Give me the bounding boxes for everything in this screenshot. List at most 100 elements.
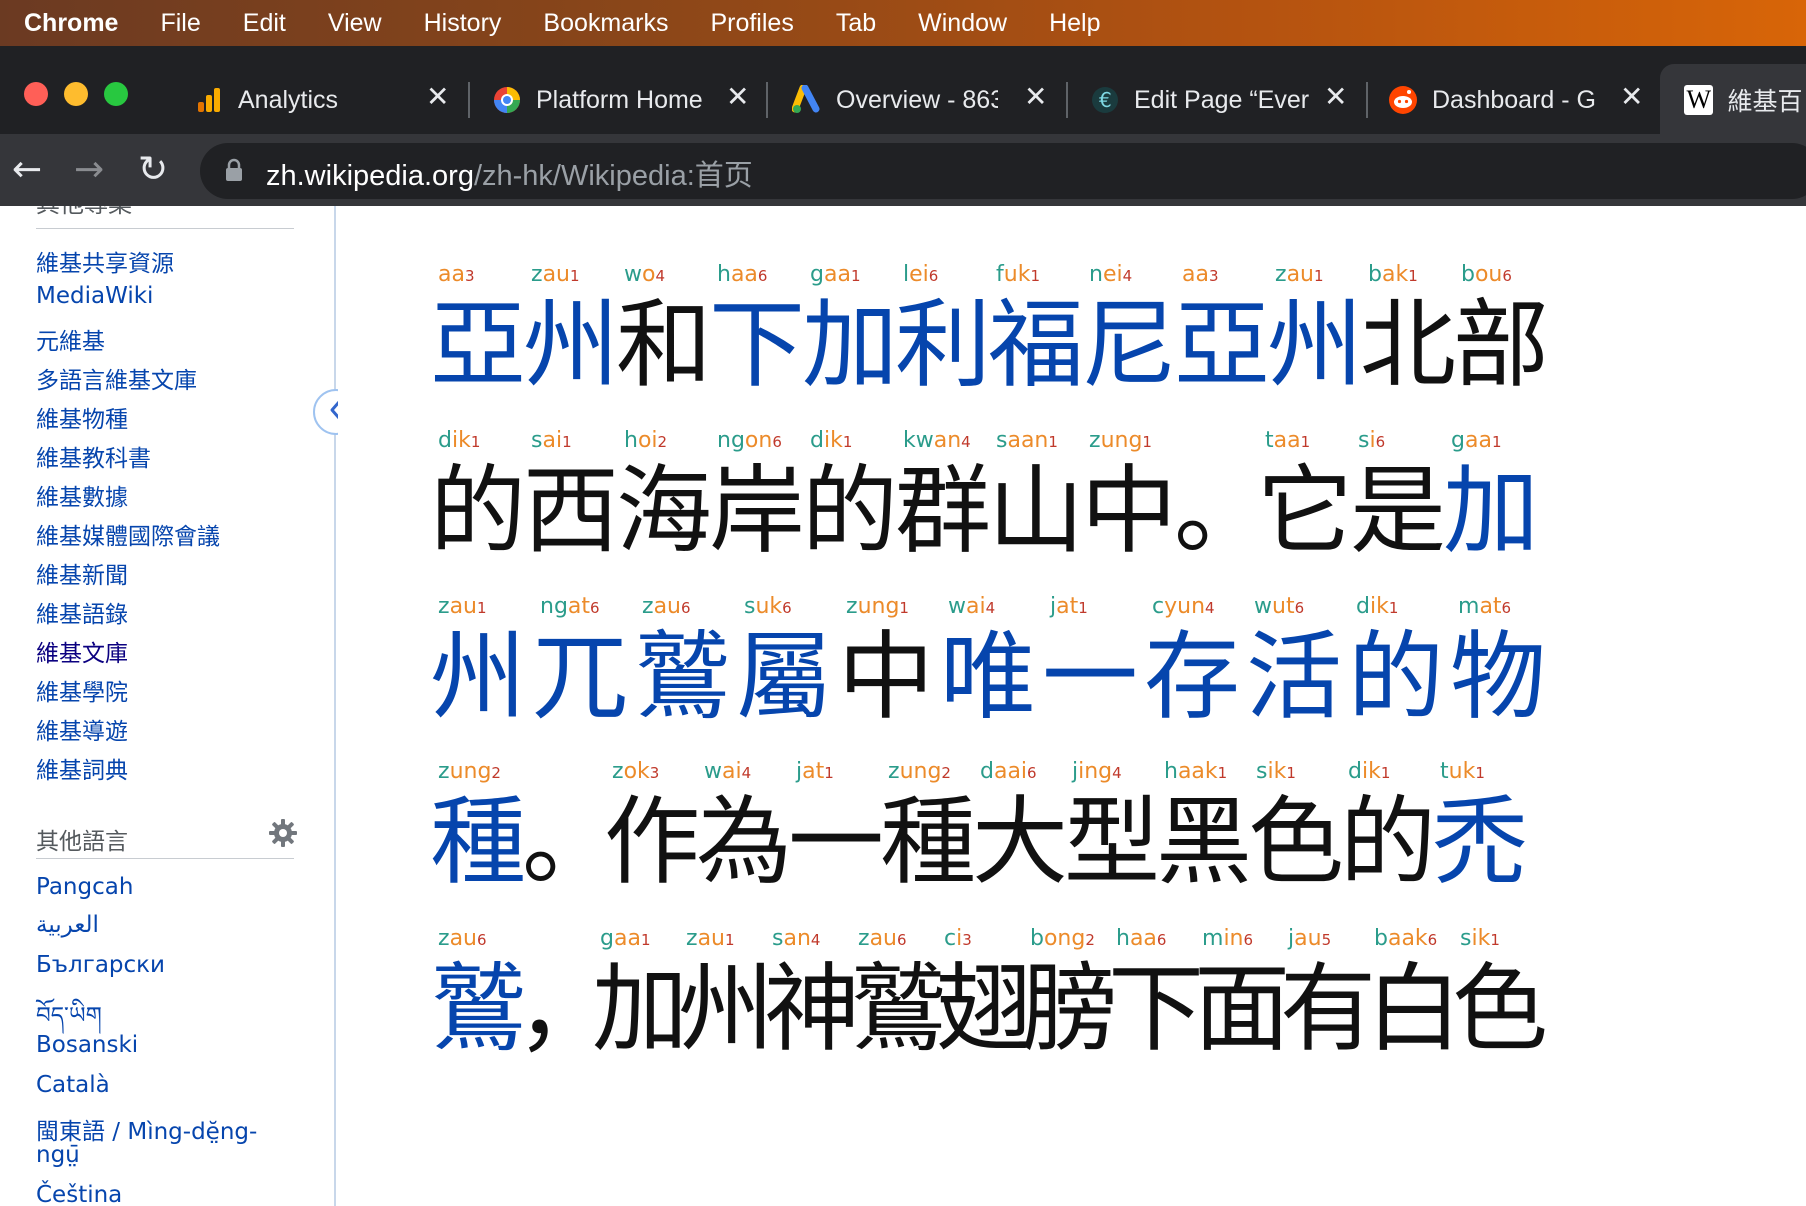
- close-tab-icon[interactable]: ✕: [1620, 80, 1643, 113]
- hanzi-glyph[interactable]: 亞: [1174, 290, 1270, 400]
- hanzi-glyph[interactable]: 下: [709, 290, 805, 400]
- lang-link-catalan[interactable]: Català: [36, 1072, 110, 1098]
- menu-view[interactable]: View: [328, 9, 382, 38]
- linked-character[interactable]: fuk1 福: [988, 262, 1092, 402]
- lang-link-bosnian[interactable]: Bosanski: [36, 1032, 138, 1058]
- hanzi-glyph[interactable]: 加: [802, 290, 898, 400]
- close-tab-icon[interactable]: ✕: [426, 80, 449, 113]
- forward-arrow-icon[interactable]: →: [74, 148, 104, 192]
- linked-character[interactable]: zau1 州: [1267, 262, 1371, 402]
- sidebar-link-wikimania[interactable]: 維基媒體國際會議: [36, 517, 220, 551]
- menu-window[interactable]: Window: [918, 9, 1007, 38]
- linked-character[interactable]: jat1 一: [1042, 594, 1146, 734]
- lang-link-czech[interactable]: Čeština: [36, 1182, 122, 1206]
- sidebar-link-wiktionary[interactable]: 維基詞典: [36, 751, 128, 785]
- sidebar-link-wikisource-multilingual[interactable]: 多語言維基文庫: [36, 361, 197, 395]
- sidebar-link-wikivoyage[interactable]: 維基導遊: [36, 712, 128, 746]
- linked-character[interactable]: haa6 下: [709, 262, 813, 402]
- linked-character[interactable]: nei4 尼: [1081, 262, 1185, 402]
- linked-character[interactable]: mat6 物: [1450, 594, 1554, 734]
- back-arrow-icon[interactable]: ←: [12, 148, 42, 192]
- hanzi-glyph[interactable]: 州: [523, 290, 619, 400]
- close-window-button[interactable]: [24, 82, 48, 106]
- linked-character[interactable]: aa3 亞: [430, 262, 534, 402]
- menu-history[interactable]: History: [424, 9, 502, 38]
- linked-character[interactable]: dik1 的: [1348, 594, 1452, 734]
- hanzi-glyph[interactable]: 兀: [532, 622, 628, 732]
- tab-overview[interactable]: Overview - 863 ✕: [792, 78, 1054, 122]
- sidebar-link-wikispecies[interactable]: 維基物種: [36, 400, 128, 434]
- hanzi-glyph[interactable]: 物: [1450, 622, 1546, 732]
- tab-edit-page[interactable]: € Edit Page “Ever ✕: [1090, 78, 1352, 122]
- linked-character[interactable]: tuk1 禿: [1432, 759, 1536, 899]
- linked-character[interactable]: gaa1 加: [802, 262, 906, 402]
- hanzi-glyph[interactable]: 鷲: [430, 954, 526, 1064]
- linked-character[interactable]: zau6 鷲: [634, 594, 738, 734]
- lock-icon[interactable]: [224, 158, 244, 186]
- linked-character[interactable]: zung2 種: [430, 759, 534, 899]
- hanzi-glyph[interactable]: 鷲: [634, 622, 730, 732]
- sidebar-link-wikibooks[interactable]: 維基教科書: [36, 439, 151, 473]
- menu-edit[interactable]: Edit: [243, 9, 286, 38]
- linked-character[interactable]: wai4 唯: [940, 594, 1044, 734]
- menu-tab[interactable]: Tab: [836, 9, 876, 38]
- linked-character[interactable]: ngat6 兀: [532, 594, 636, 734]
- sidebar-link-wikiquote[interactable]: 維基語錄: [36, 595, 128, 629]
- linked-character[interactable]: gaa1 加: [1443, 428, 1547, 568]
- hanzi-glyph[interactable]: 加: [1443, 456, 1539, 566]
- hanzi-glyph[interactable]: 存: [1144, 622, 1240, 732]
- lang-link-pangcah[interactable]: Pangcah: [36, 874, 133, 900]
- sidebar-link-mediawiki[interactable]: MediaWiki: [36, 283, 153, 309]
- tab-dashboard[interactable]: Dashboard - Go ✕: [1388, 78, 1650, 122]
- sidebar-link-wikidata[interactable]: 維基數據: [36, 478, 128, 512]
- sidebar-link-meta[interactable]: 元維基: [36, 322, 105, 356]
- hanzi-glyph[interactable]: 種: [430, 787, 526, 897]
- linked-character[interactable]: cyun4 存: [1144, 594, 1248, 734]
- gear-icon[interactable]: [268, 818, 298, 852]
- menu-file[interactable]: File: [160, 9, 200, 38]
- lang-link-min-dong-cont[interactable]: ngṳ̄: [36, 1142, 80, 1168]
- linked-character[interactable]: wut6 活: [1246, 594, 1350, 734]
- tab-platform-home[interactable]: Platform Home ✕: [492, 78, 754, 122]
- close-tab-icon[interactable]: ✕: [1024, 80, 1047, 113]
- sidebar-link-wikisource[interactable]: 維基文庫: [36, 634, 128, 668]
- lang-link-bulgarian[interactable]: Български: [36, 952, 165, 978]
- hanzi-glyph[interactable]: 一: [1042, 622, 1138, 732]
- hanzi-glyph[interactable]: 州: [430, 622, 526, 732]
- lang-link-min-dong[interactable]: 閩東語 / Mìng-dĕ̤ng-: [36, 1112, 257, 1146]
- hanzi-glyph: 群: [895, 455, 991, 567]
- hanzi-glyph[interactable]: 亞: [430, 290, 526, 400]
- menu-help[interactable]: Help: [1049, 9, 1100, 38]
- lang-link-arabic[interactable]: العربية: [36, 912, 99, 938]
- hanzi-glyph[interactable]: 福: [988, 290, 1084, 400]
- zoom-window-button[interactable]: [104, 82, 128, 106]
- tab-wikipedia-active[interactable]: W 維基百: [1684, 78, 1806, 122]
- hanzi-glyph[interactable]: 禿: [1432, 787, 1528, 897]
- linked-character[interactable]: lei6 利: [895, 262, 999, 402]
- hanzi-glyph: 為: [696, 786, 792, 898]
- hanzi-glyph[interactable]: 尼: [1081, 290, 1177, 400]
- hanzi-glyph[interactable]: 活: [1246, 622, 1342, 732]
- tab-analytics[interactable]: Analytics ✕: [194, 78, 456, 122]
- linked-character[interactable]: zau1 州: [523, 262, 627, 402]
- sidebar-link-wikiversity[interactable]: 維基學院: [36, 673, 128, 707]
- linked-character[interactable]: suk6 屬: [736, 594, 840, 734]
- linked-character[interactable]: zau1 州: [430, 594, 534, 734]
- close-tab-icon[interactable]: ✕: [1324, 80, 1347, 113]
- hanzi-glyph[interactable]: 的: [1348, 622, 1444, 732]
- minimize-window-button[interactable]: [64, 82, 88, 106]
- menu-chrome[interactable]: Chrome: [24, 9, 118, 38]
- reload-icon[interactable]: ↻: [138, 148, 168, 192]
- hanzi-glyph[interactable]: 屬: [736, 622, 832, 732]
- jyutping-final: au: [869, 926, 897, 951]
- hanzi-glyph[interactable]: 唯: [940, 622, 1036, 732]
- menu-bookmarks[interactable]: Bookmarks: [543, 9, 668, 38]
- sidebar-link-commons[interactable]: 維基共享資源: [36, 244, 174, 278]
- hanzi-glyph[interactable]: 州: [1267, 290, 1363, 400]
- menu-profiles[interactable]: Profiles: [710, 9, 793, 38]
- linked-character[interactable]: aa3 亞: [1174, 262, 1278, 402]
- hanzi-glyph[interactable]: 利: [895, 290, 991, 400]
- url-text[interactable]: zh.wikipedia.org/zh-hk/Wikipedia:首页: [266, 152, 753, 194]
- close-tab-icon[interactable]: ✕: [726, 80, 749, 113]
- sidebar-link-wikinews[interactable]: 維基新聞: [36, 556, 128, 590]
